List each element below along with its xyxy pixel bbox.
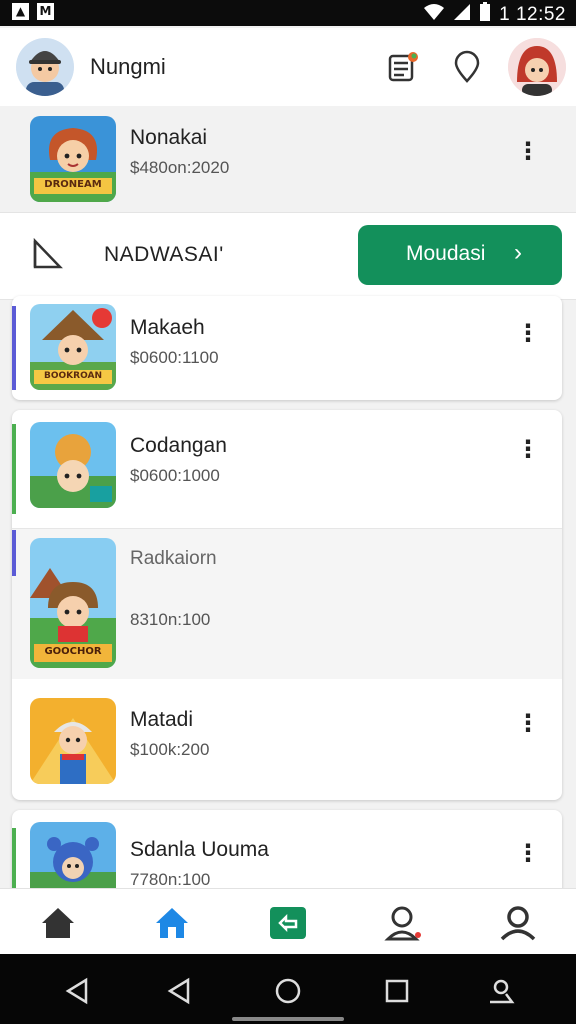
home-circle-icon[interactable] bbox=[273, 976, 303, 1006]
item-title: Radkaiorn bbox=[130, 548, 217, 569]
app-header: Nungmi bbox=[0, 28, 576, 107]
button-label: Moudasi bbox=[406, 242, 486, 265]
page-title: Nungmi bbox=[90, 54, 166, 79]
item-title: Nonakai bbox=[130, 126, 208, 149]
game-thumbnail: BOOKROAN bbox=[30, 304, 116, 390]
promo-banner: NADWASAI' Moudasi › bbox=[0, 212, 576, 300]
profile-avatar[interactable] bbox=[508, 38, 566, 96]
notification-mail-icon: M bbox=[37, 3, 54, 20]
chevron-right-icon: › bbox=[514, 239, 522, 266]
gesture-handle[interactable] bbox=[232, 1017, 344, 1021]
more-options-icon[interactable]: ⋮ bbox=[516, 838, 540, 868]
game-card[interactable]: BOOKROAN Makaeh $0600:1100 ⋮ bbox=[12, 296, 562, 400]
card-accent bbox=[12, 530, 16, 576]
item-price: 8310n:100 bbox=[130, 610, 211, 629]
status-notifications: ▲ M bbox=[12, 3, 54, 20]
list-item[interactable]: DRONEAM Nonakai $480on:2020 ⋮ bbox=[0, 106, 576, 212]
card-accent bbox=[12, 306, 16, 390]
recents-icon[interactable] bbox=[382, 976, 412, 1006]
item-price: $0600:1100 bbox=[130, 348, 219, 367]
item-title: Codangan bbox=[130, 434, 227, 457]
game-thumbnail: GOOCHOR bbox=[30, 538, 116, 668]
card-accent bbox=[12, 424, 16, 514]
moudasi-button[interactable]: Moudasi › bbox=[358, 225, 562, 285]
wifi-icon bbox=[423, 3, 445, 26]
thumbnail-badge: GOOCHOR bbox=[44, 646, 102, 657]
item-title: Sdanla Uouma bbox=[130, 838, 269, 861]
item-price: $480on:2020 bbox=[130, 158, 230, 177]
status-time: 1 12:52 bbox=[499, 3, 566, 25]
banner-label: NADWASAI' bbox=[104, 243, 224, 266]
status-indicators: 1 12:52 bbox=[423, 2, 566, 27]
location-pin-icon[interactable] bbox=[450, 50, 484, 84]
item-price: 7780n:100 bbox=[130, 870, 211, 889]
item-price: $100k:200 bbox=[130, 740, 210, 759]
battery-icon bbox=[479, 2, 491, 27]
user-avatar[interactable] bbox=[16, 38, 74, 96]
home-icon[interactable] bbox=[38, 903, 78, 943]
game-thumbnail: DRONEAM bbox=[30, 116, 116, 202]
notification-photo-icon: ▲ bbox=[12, 3, 29, 20]
more-options-icon[interactable]: ⋮ bbox=[516, 136, 540, 166]
game-thumbnail bbox=[30, 422, 116, 508]
more-options-icon[interactable]: ⋮ bbox=[516, 708, 540, 738]
item-title: Matadi bbox=[130, 708, 194, 731]
bottom-navigation bbox=[0, 888, 576, 955]
thumbnail-badge: BOOKROAN bbox=[44, 371, 102, 381]
game-thumbnail bbox=[30, 698, 116, 784]
notes-icon[interactable] bbox=[386, 50, 420, 84]
system-navigation-bar bbox=[0, 954, 576, 1024]
person-pin-icon[interactable] bbox=[384, 903, 424, 943]
play-icon[interactable] bbox=[30, 237, 64, 275]
more-options-icon[interactable]: ⋮ bbox=[516, 318, 540, 348]
item-title: Makaeh bbox=[130, 316, 205, 339]
back-icon[interactable] bbox=[62, 976, 92, 1006]
item-price: $0600:1000 bbox=[130, 466, 220, 485]
game-card-group: Codangan $0600:1000 ⋮ GOOCHOR Radkaiorn … bbox=[12, 410, 562, 800]
status-bar: ▲ M 1 12:52 bbox=[0, 0, 576, 26]
thumbnail-badge: DRONEAM bbox=[44, 179, 102, 190]
profile-icon[interactable] bbox=[498, 903, 538, 943]
home-active-icon[interactable] bbox=[152, 903, 192, 943]
signal-icon bbox=[453, 3, 471, 26]
more-options-icon[interactable]: ⋮ bbox=[516, 434, 540, 464]
ticket-icon[interactable] bbox=[268, 903, 308, 943]
back-secondary-icon[interactable] bbox=[164, 976, 194, 1006]
assistant-icon[interactable] bbox=[486, 976, 516, 1006]
